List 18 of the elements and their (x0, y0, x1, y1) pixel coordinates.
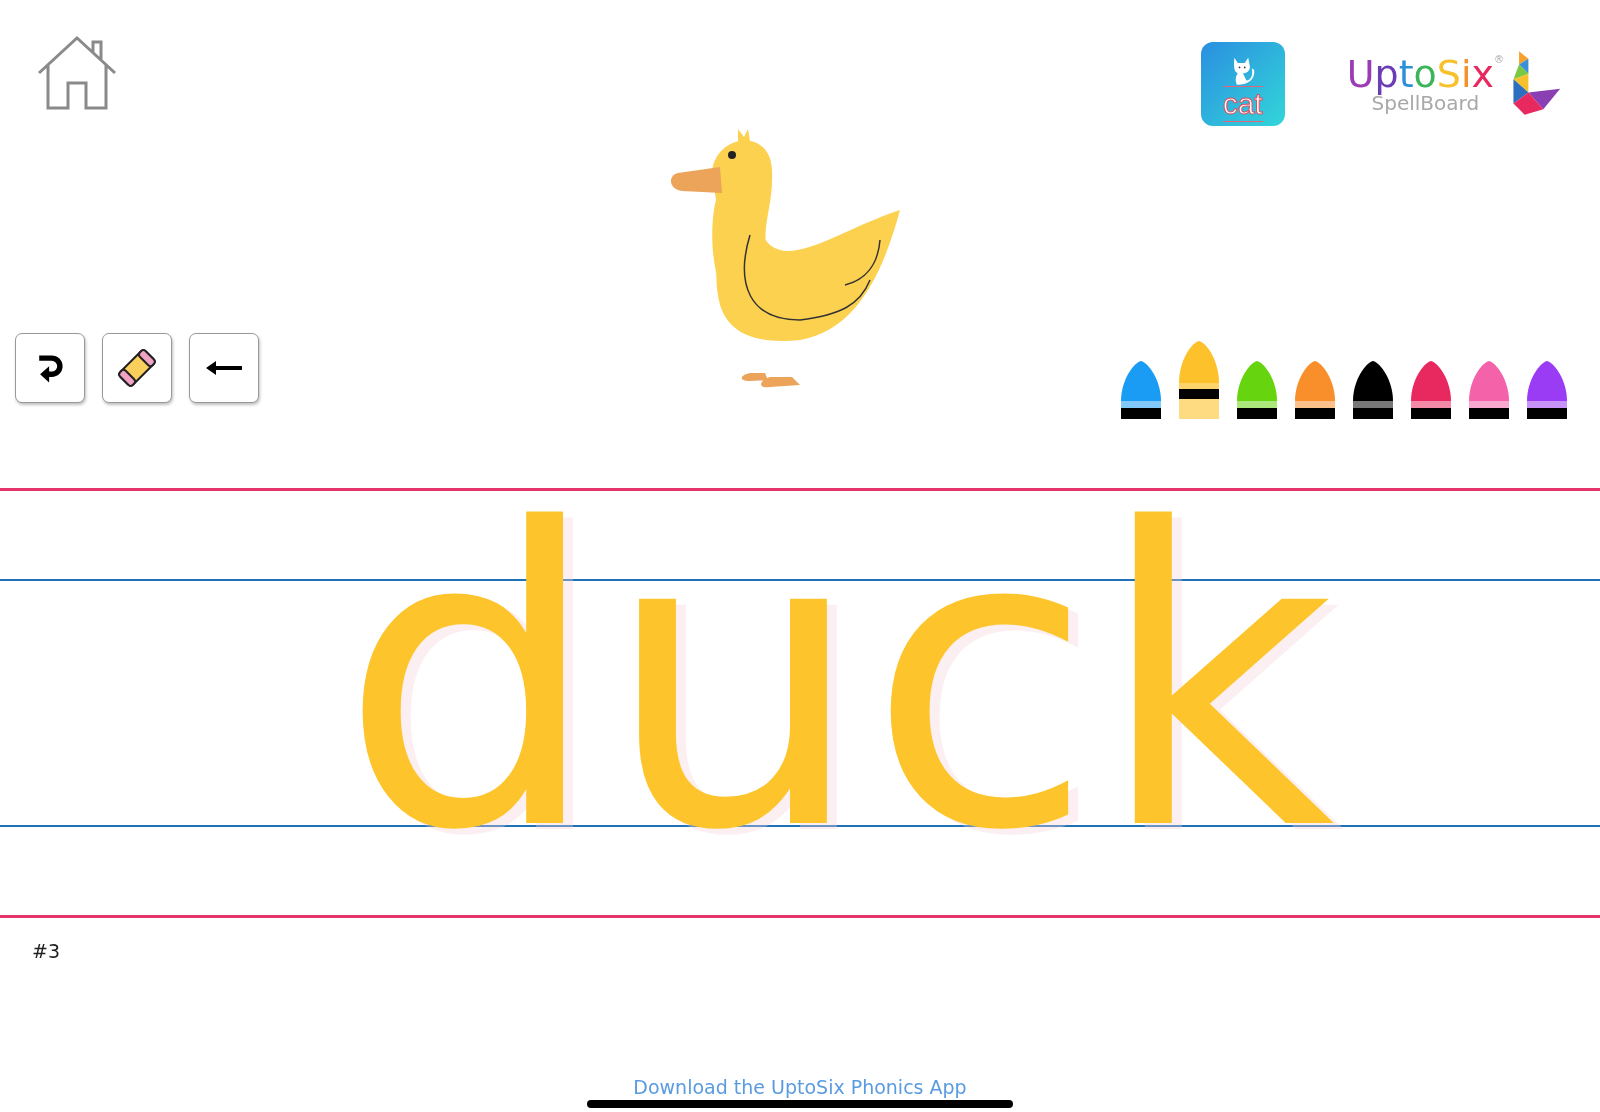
download-link[interactable]: Download the UptoSix Phonics App (633, 1076, 967, 1112)
redo-button[interactable] (15, 333, 85, 403)
registered-mark: ® (1494, 54, 1504, 65)
app-icon-label: cat (1222, 86, 1263, 122)
page-number: #3 (32, 940, 60, 962)
back-button[interactable] (189, 333, 259, 403)
eraser-button[interactable] (102, 333, 172, 403)
crayon[interactable] (1411, 361, 1451, 419)
left-arrow-icon (204, 358, 244, 378)
crayon[interactable] (1121, 361, 1161, 419)
crayon[interactable] (1179, 341, 1219, 419)
crayon[interactable] (1295, 361, 1335, 419)
traced-word: duck (340, 476, 1339, 886)
crayon[interactable] (1469, 361, 1509, 419)
crayon[interactable] (1527, 361, 1567, 419)
home-icon[interactable] (35, 35, 119, 111)
crayon[interactable] (1237, 361, 1277, 419)
crayon[interactable] (1353, 361, 1393, 419)
